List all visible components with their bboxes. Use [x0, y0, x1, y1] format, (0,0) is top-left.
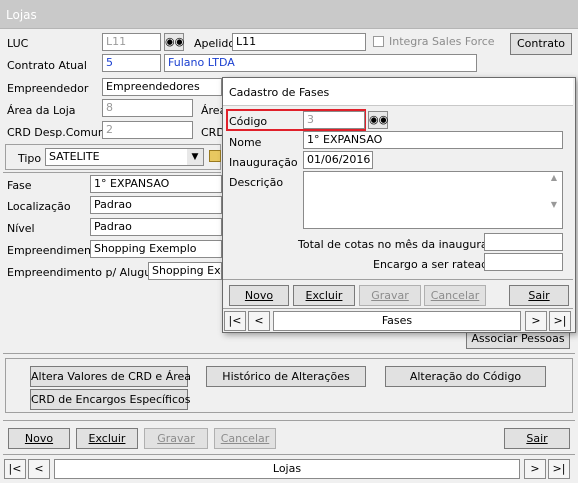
window-title-bar: Lojas [0, 0, 578, 29]
nivel-field[interactable]: Padrao [90, 218, 222, 236]
dialog-gravar-button[interactable]: Gravar [359, 285, 421, 306]
nav-prev-button[interactable]: < [28, 459, 50, 479]
empreendimento-field[interactable]: Shopping Exemplo [90, 240, 222, 258]
dialog-nav-next-button[interactable]: > [525, 311, 547, 331]
dialog-cancelar-label: Cancelar [430, 289, 480, 302]
dialog-excluir-button[interactable]: Excluir [293, 285, 355, 306]
total-cotas-label: Total de cotas no mês da inauguração [298, 238, 508, 251]
dialog-excluir-label: Excluir [305, 289, 343, 302]
descricao-label: Descrição [229, 176, 284, 189]
empreendedor-field[interactable]: Empreendedores [102, 78, 222, 96]
dialog-sair-label: Sair [528, 289, 550, 302]
encargo-rateado-field[interactable] [484, 253, 563, 271]
dialog-novo-label: Novo [244, 289, 274, 302]
tipo-label: Tipo [18, 152, 42, 165]
dialog-title: Cadastro de Fases [229, 86, 330, 99]
integra-sales-force-label: Integra Sales Force [389, 35, 495, 48]
crd-desp-comum-field[interactable]: 2 [102, 121, 193, 139]
divider [223, 308, 573, 309]
nav-last-button[interactable]: >| [548, 459, 570, 479]
nome-label: Nome [229, 136, 262, 149]
crd-desp-comum-label: CRD Desp.Comum [7, 126, 109, 139]
sair-button[interactable]: Sair [504, 428, 570, 449]
localizacao-field[interactable]: Padrao [90, 196, 222, 214]
gravar-label: Gravar [157, 432, 195, 445]
luc-label: LUC [7, 37, 29, 50]
fase-field[interactable]: 1° EXPANSAO [90, 175, 222, 193]
divider [223, 105, 573, 106]
apelido-field[interactable]: L11 [232, 33, 366, 51]
nav-first-button[interactable]: |< [4, 459, 26, 479]
cancelar-label: Cancelar [220, 432, 270, 445]
dialog-gravar-label: Gravar [371, 289, 409, 302]
divider [3, 420, 575, 421]
nome-field[interactable]: 1° EXPANSAO [303, 131, 563, 149]
cancelar-button[interactable]: Cancelar [214, 428, 276, 449]
dialog-cancelar-button[interactable]: Cancelar [424, 285, 486, 306]
excluir-label: Excluir [88, 432, 126, 445]
alteracao-codigo-button[interactable]: Alteração do Código [385, 366, 546, 387]
total-cotas-field[interactable] [484, 233, 563, 251]
dialog-sair-button[interactable]: Sair [509, 285, 569, 306]
dialog-nav-first-button[interactable]: |< [224, 311, 246, 331]
empreendimento-alugueis-field[interactable]: Shopping Exem [148, 262, 222, 280]
crd-encargos-button[interactable]: CRD de Encargos Específicos [30, 389, 191, 410]
chevron-down-icon[interactable]: ▼ [187, 149, 203, 165]
descricao-textarea[interactable] [303, 171, 563, 229]
contrato-button[interactable]: Contrato [510, 33, 572, 55]
dialog-novo-button[interactable]: Novo [229, 285, 289, 306]
luc-field[interactable]: L11 [102, 33, 161, 51]
gravar-button[interactable]: Gravar [144, 428, 208, 449]
empreendimento-label: Empreendimento [7, 244, 102, 257]
novo-button[interactable]: Novo [8, 428, 70, 449]
binoculars-icon[interactable]: ◉◉ [368, 111, 388, 129]
dialog-nav-last-button[interactable]: >| [549, 311, 571, 331]
codigo-field[interactable]: 3 [303, 111, 365, 129]
apelido-label: Apelido [194, 37, 236, 50]
nav-next-button[interactable]: > [524, 459, 546, 479]
localizacao-label: Localização [7, 200, 71, 213]
divider [223, 279, 573, 280]
sair-label: Sair [526, 432, 548, 445]
area-loja-label: Área da Loja [7, 104, 76, 117]
tipo-select[interactable]: SATELITE [45, 148, 204, 166]
codigo-label: Código [229, 115, 268, 128]
cadastro-fases-dialog: Cadastro de Fases Código 3 ◉◉ Nome 1° EX… [222, 77, 576, 333]
inauguracao-label: Inauguração [229, 156, 298, 169]
dialog-nav-prev-button[interactable]: < [248, 311, 270, 331]
dialog-nav-record-label: Fases [273, 311, 521, 331]
encargo-rateado-label: Encargo a ser rateado [373, 258, 495, 271]
empreendimento-alugueis-label: Empreendimento p/ Aluguéis [7, 266, 167, 279]
contrato-atual-number[interactable]: 5 [102, 54, 161, 72]
empreendedor-label: Empreendedor [7, 82, 89, 95]
folder-icon[interactable] [209, 150, 221, 162]
descricao-scrollbar[interactable]: ▲ ▼ [548, 173, 560, 227]
contrato-atual-name[interactable]: Fulano LTDA [164, 54, 477, 72]
altera-valores-button[interactable]: Altera Valores de CRD e Área [30, 366, 191, 387]
novo-label: Novo [24, 432, 54, 445]
integra-sales-force-checkbox[interactable] [373, 36, 384, 47]
nivel-label: Nível [7, 222, 35, 235]
dialog-title-bar: Cadastro de Fases [223, 78, 573, 105]
divider [3, 353, 575, 354]
binoculars-icon[interactable]: ◉◉ [164, 33, 184, 51]
nav-record-label: Lojas [54, 459, 520, 479]
divider [3, 454, 575, 455]
contrato-atual-label: Contrato Atual [7, 59, 87, 72]
fase-label: Fase [7, 179, 32, 192]
inauguracao-field[interactable]: 01/06/2016 [303, 151, 373, 169]
window-title: Lojas [6, 8, 37, 22]
excluir-button[interactable]: Excluir [76, 428, 138, 449]
divider [3, 172, 221, 173]
area-loja-field[interactable]: 8 [102, 99, 193, 117]
historico-alteracoes-button[interactable]: Histórico de Alterações [206, 366, 366, 387]
